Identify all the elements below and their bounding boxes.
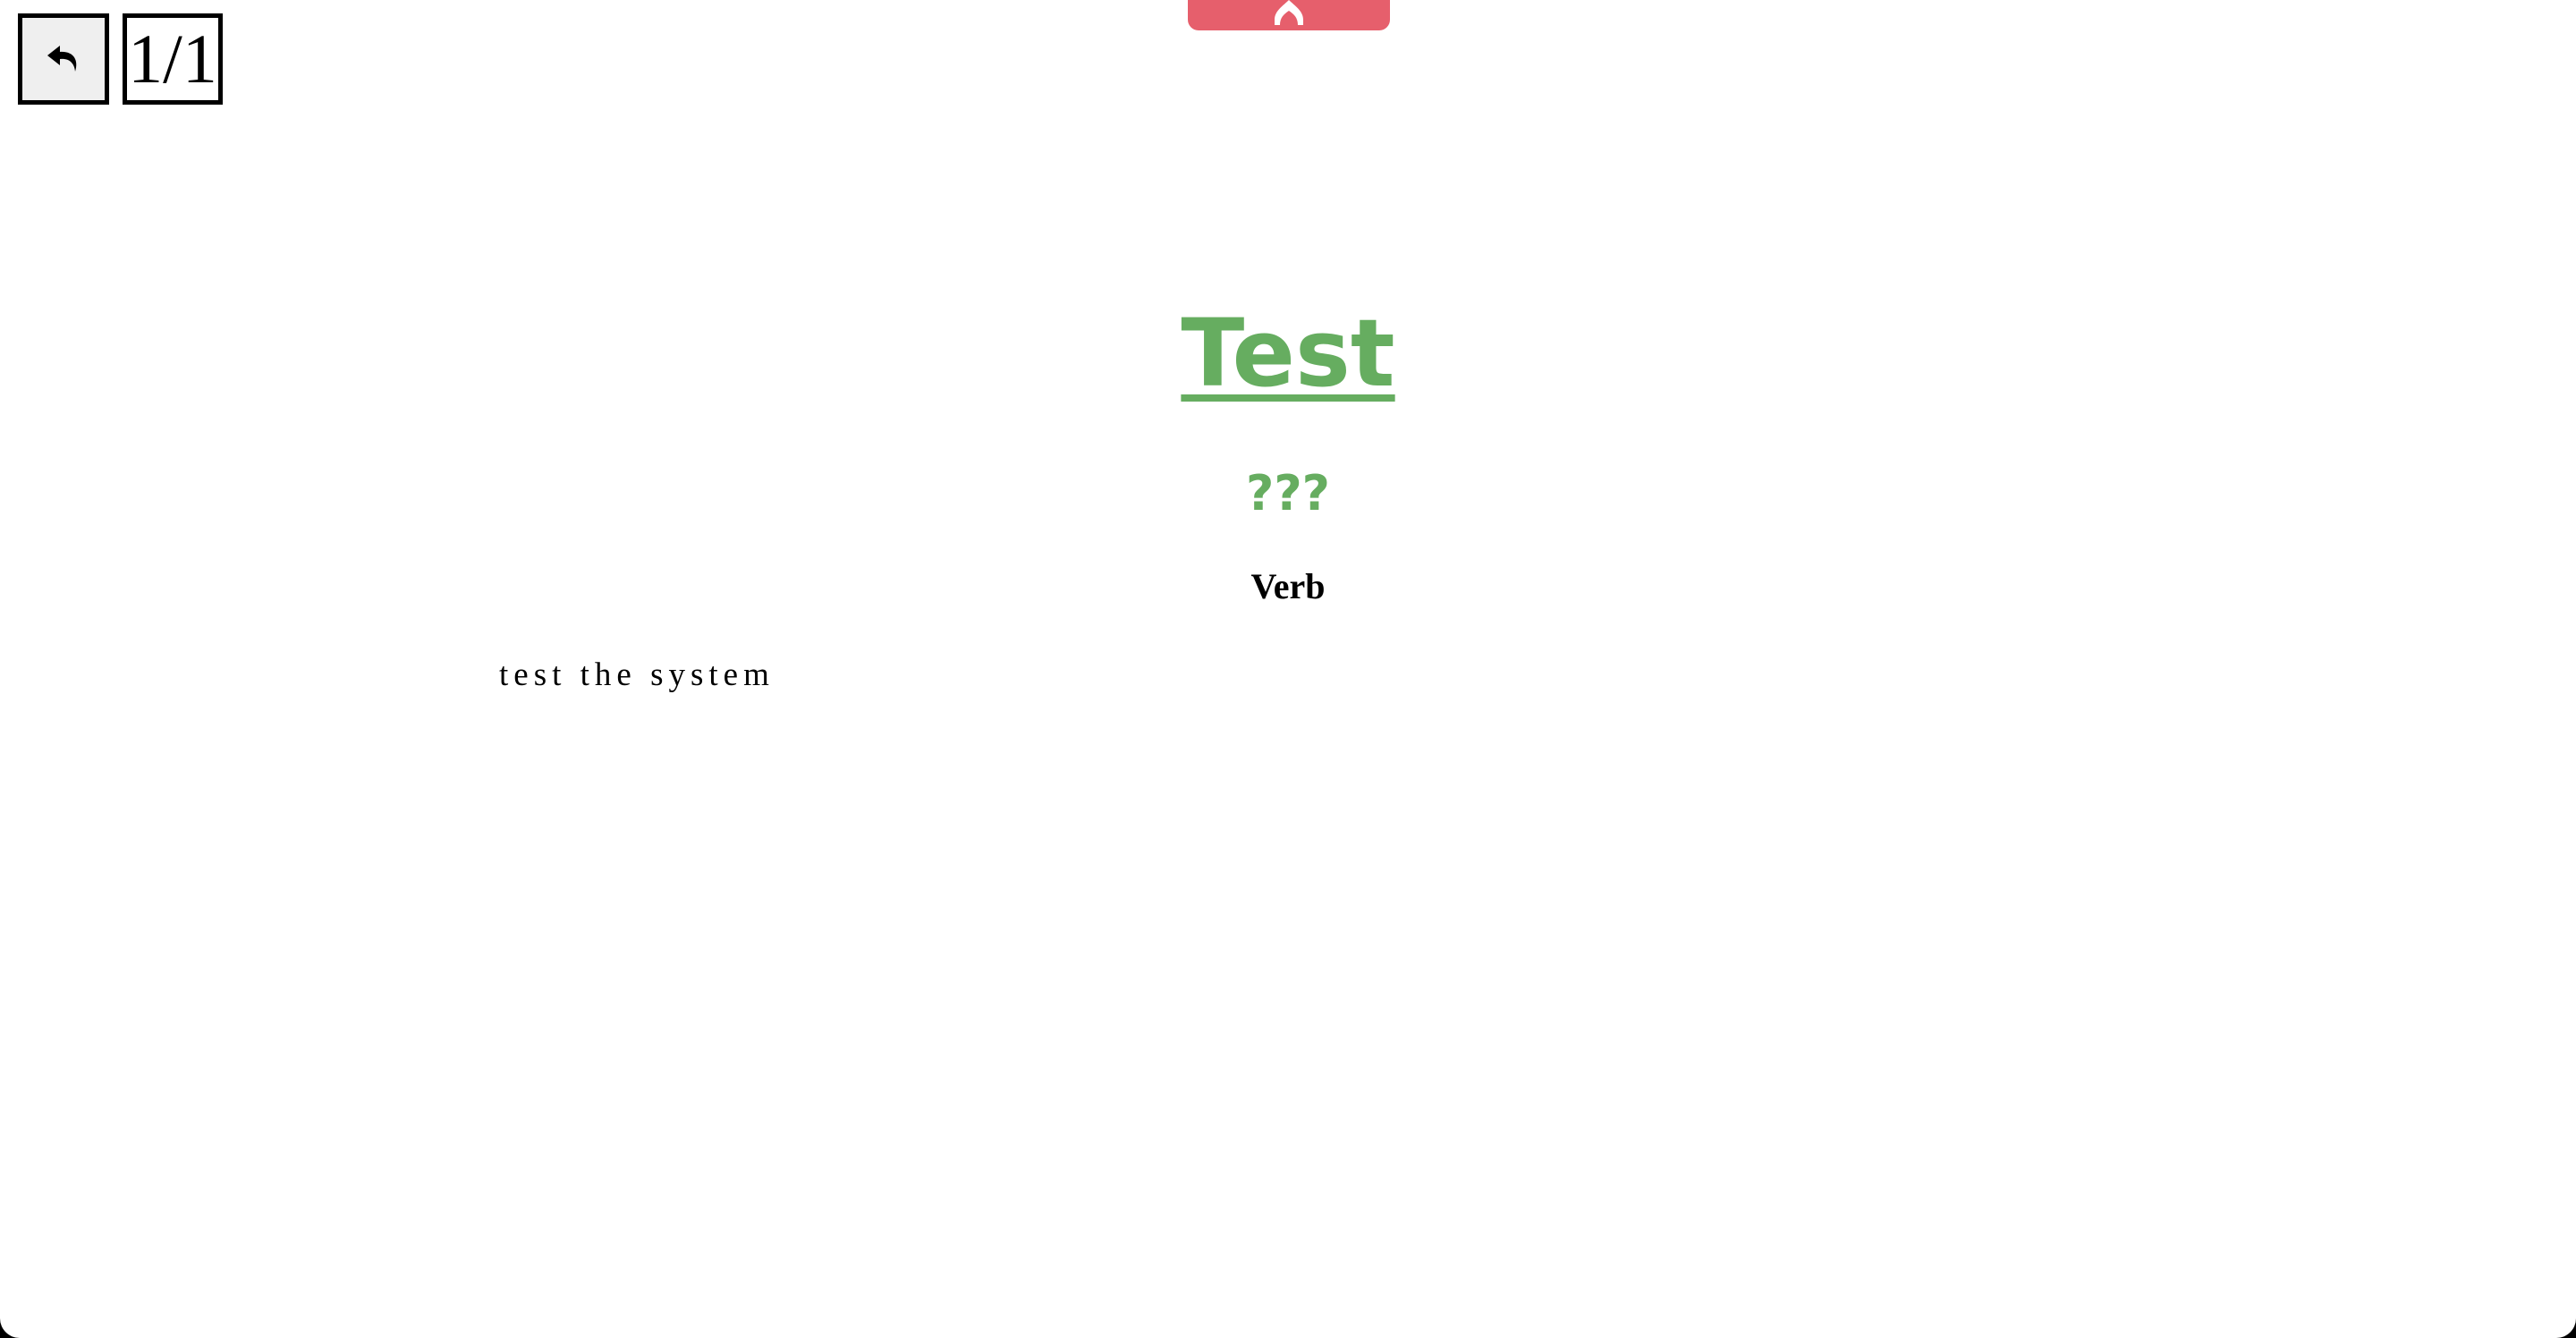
part-of-speech: Verb [1250, 566, 1326, 606]
top-tab-button[interactable] [1188, 0, 1390, 30]
flashcard-page: 1/1 Test ??? Verb test the system [0, 0, 2576, 1338]
back-button[interactable] [18, 13, 109, 105]
card-counter: 1/1 [123, 13, 223, 105]
word-title: Test [1181, 299, 1395, 408]
word-reading: ??? [1246, 465, 1330, 521]
definition-text: test the system [499, 656, 775, 693]
flame-icon [1273, 0, 1305, 30]
undo-arrow-icon [46, 44, 81, 74]
